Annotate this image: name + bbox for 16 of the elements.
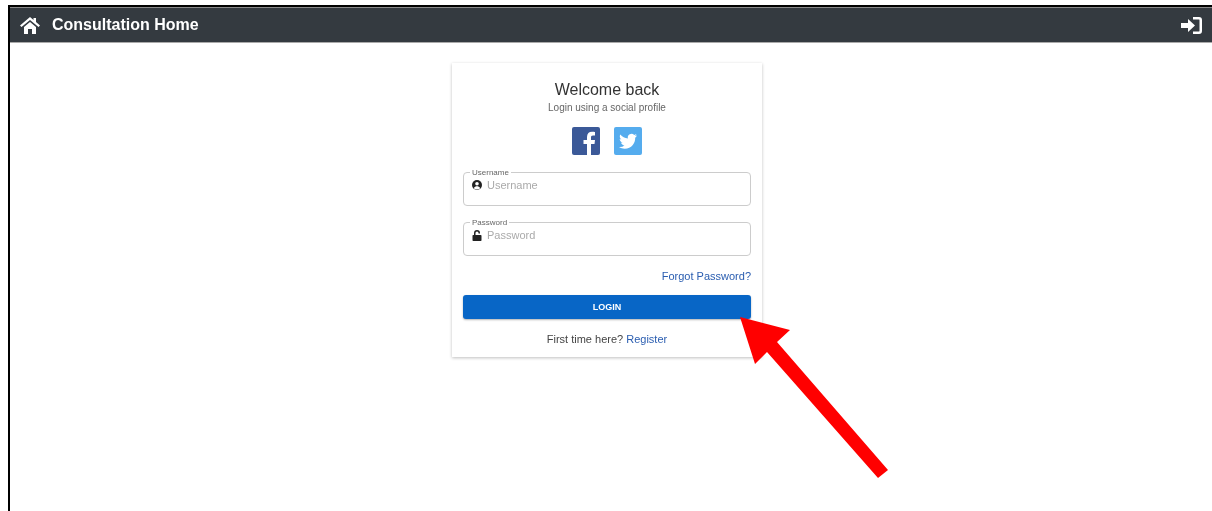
register-prompt: First time here? Register (546, 333, 668, 345)
page-title: Consultation Home (52, 16, 200, 34)
text-field[interactable]: Password Password (463, 218, 751, 256)
field-label: Username (471, 168, 510, 177)
home-icon[interactable] (20, 16, 40, 34)
sign-in-icon[interactable] (1181, 16, 1202, 34)
register-link[interactable]: Register (626, 333, 668, 345)
login-button[interactable]: LOGIN (463, 295, 751, 319)
forgot-password-link[interactable]: Forgot Password? (661, 270, 751, 282)
card-subtitle: Login using a social profile (548, 102, 666, 113)
card-title: Welcome back (554, 81, 660, 99)
unlock-icon (472, 229, 482, 241)
facebook-icon[interactable] (572, 127, 600, 155)
field-label: Password (471, 218, 509, 227)
user-icon (472, 180, 482, 190)
text-field[interactable]: Username Username (463, 168, 751, 206)
